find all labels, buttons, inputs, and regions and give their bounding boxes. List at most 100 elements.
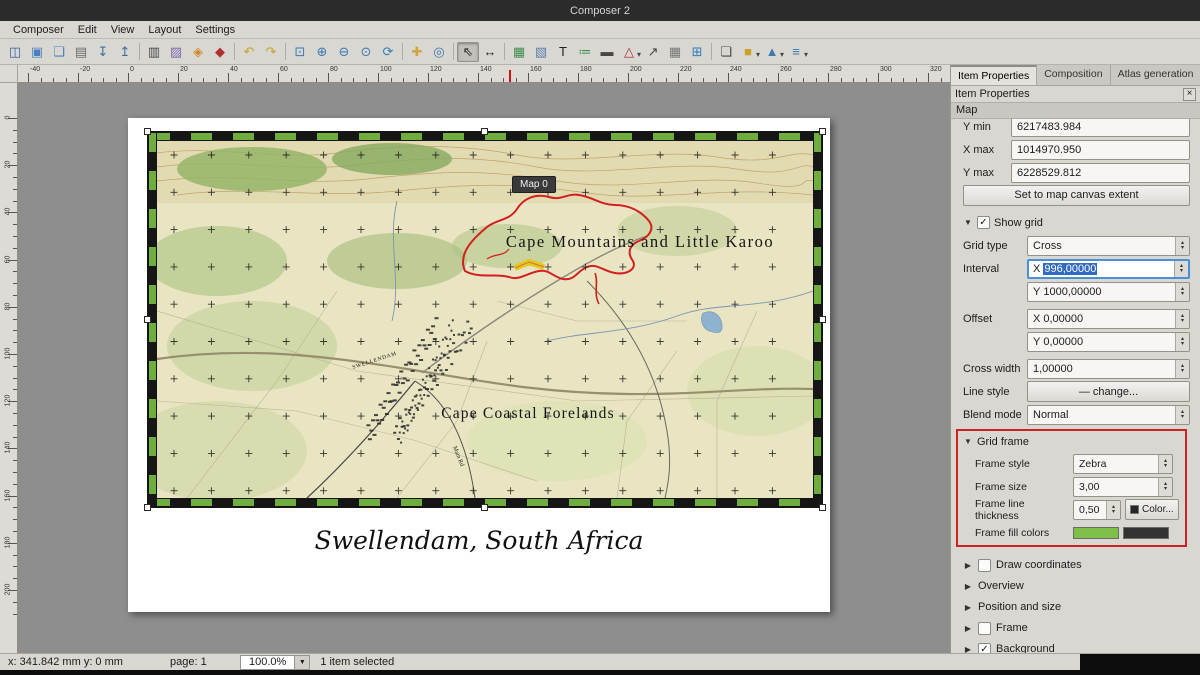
set-extent-button[interactable]: Set to map canvas extent (963, 185, 1190, 206)
new-composer-icon[interactable]: ▣ (26, 42, 48, 62)
resize-handle-se[interactable] (819, 504, 826, 511)
load-template-icon[interactable]: ↧ (92, 42, 114, 62)
frame-fill-dark-swatch[interactable] (1123, 527, 1169, 539)
redo-icon[interactable]: ↷ (260, 42, 282, 62)
chevron-down-icon[interactable]: ▼ (295, 655, 310, 670)
x-max-input[interactable]: 1014970.950 (1011, 140, 1190, 160)
section-position-and-size[interactable]: ▶Position and size (963, 597, 1190, 617)
zoom-tool-icon[interactable]: ◎ (428, 42, 450, 62)
expand-arrow-icon[interactable]: ▶ (963, 582, 973, 591)
export-svg-icon[interactable]: ◈ (187, 42, 209, 62)
composer-manager-icon[interactable]: ▤ (70, 42, 92, 62)
section-background[interactable]: ▶Background (963, 639, 1190, 653)
zoom-value[interactable]: 100.0% (240, 655, 295, 670)
undo-icon[interactable]: ↶ (238, 42, 260, 62)
raise-items-icon-menu[interactable]: ▾ (780, 50, 784, 59)
resize-handle-s[interactable] (481, 504, 488, 511)
y-max-input[interactable]: 6228529.812 (1011, 163, 1190, 183)
duplicate-composer-icon[interactable]: ❏ (48, 42, 70, 62)
save-project-icon[interactable]: ◫ (4, 42, 26, 62)
resize-handle-e[interactable] (819, 316, 826, 323)
expand-arrow-icon[interactable]: ▶ (963, 624, 973, 633)
add-scalebar-icon[interactable]: ▬ (596, 42, 618, 62)
select-move-item-icon[interactable]: ⇖ (457, 42, 479, 62)
section-draw-coordinates[interactable]: ▶Draw coordinates (963, 555, 1190, 575)
frame-line-thickness-input[interactable]: 0,50 ▴▾ (1073, 500, 1121, 520)
tab-atlas-generation[interactable]: Atlas generation (1111, 65, 1200, 85)
checkbox[interactable] (978, 622, 991, 635)
add-table-icon[interactable]: ▦ (664, 42, 686, 62)
grid-frame-header[interactable]: ▼ Grid frame (963, 432, 1190, 451)
checkbox[interactable] (978, 559, 991, 572)
export-image-icon[interactable]: ▨ (165, 42, 187, 62)
spin-arrows-icon[interactable]: ▴▾ (1175, 360, 1189, 378)
section-frame[interactable]: ▶Frame (963, 618, 1190, 638)
add-map-icon[interactable]: ▦ (508, 42, 530, 62)
print-icon[interactable]: ▥ (143, 42, 165, 62)
zoom-out-icon[interactable]: ⊖ (333, 42, 355, 62)
align-items-icon-menu[interactable]: ▾ (804, 50, 808, 59)
menu-layout[interactable]: Layout (141, 23, 188, 37)
frame-fill-green-swatch[interactable] (1073, 527, 1119, 539)
spin-arrows-icon[interactable]: ▴▾ (1175, 283, 1189, 301)
zoom-full-icon[interactable]: ⊡ (289, 42, 311, 62)
resize-handle-sw[interactable] (144, 504, 151, 511)
add-legend-icon[interactable]: ≔ (574, 42, 596, 62)
menu-composer[interactable]: Composer (6, 23, 71, 37)
interval-x-input[interactable]: X 996,00000 ▴▾ (1027, 259, 1190, 279)
tab-composition[interactable]: Composition (1037, 65, 1110, 85)
zoom-actual-icon[interactable]: ⊙ (355, 42, 377, 62)
y-min-input[interactable]: 6217483.984 (1011, 119, 1190, 137)
combo-arrows-icon[interactable]: ▴▾ (1175, 406, 1189, 424)
page-title-label[interactable]: Swellendam, South Africa (128, 526, 830, 555)
zoom-in-icon[interactable]: ⊕ (311, 42, 333, 62)
menu-edit[interactable]: Edit (71, 23, 104, 37)
add-label-icon[interactable]: T (552, 42, 574, 62)
tab-item-properties[interactable]: Item Properties (951, 65, 1037, 85)
collapse-arrow-icon[interactable]: ▼ (963, 437, 973, 446)
add-image-icon[interactable]: ▧ (530, 42, 552, 62)
spin-arrows-icon[interactable]: ▴▾ (1175, 333, 1189, 351)
interval-y-input[interactable]: Y 1000,00000 ▴▾ (1027, 282, 1190, 302)
frame-style-combo[interactable]: Zebra ▴▾ (1073, 454, 1173, 474)
frame-color-button[interactable]: Color... (1125, 499, 1179, 520)
expand-arrow-icon[interactable]: ▶ (963, 603, 973, 612)
add-html-icon[interactable]: ⊞ (686, 42, 708, 62)
close-icon[interactable]: × (1183, 88, 1196, 101)
add-arrow-icon[interactable]: ↗ (642, 42, 664, 62)
show-grid-checkbox[interactable] (977, 216, 990, 229)
export-pdf-icon[interactable]: ◆ (209, 42, 231, 62)
line-style-change-button[interactable]: — change... (1027, 381, 1190, 402)
checkbox[interactable] (978, 643, 991, 654)
move-item-content-icon[interactable]: ↔ (479, 42, 501, 62)
cross-width-input[interactable]: 1,00000 ▴▾ (1027, 359, 1190, 379)
resize-handle-w[interactable] (144, 316, 151, 323)
expand-arrow-icon[interactable]: ▶ (963, 645, 973, 654)
resize-handle-n[interactable] (481, 128, 488, 135)
resize-handle-ne[interactable] (819, 128, 826, 135)
blend-mode-combo[interactable]: Normal ▴▾ (1027, 405, 1190, 425)
pan-icon[interactable]: ✚ (406, 42, 428, 62)
composition-page[interactable]: Cape Mountains and Little Karoo Cape Coa… (128, 118, 830, 612)
group-items-icon[interactable]: ❏ (715, 42, 737, 62)
grid-type-combo[interactable]: Cross ▴▾ (1027, 236, 1190, 256)
combo-arrows-icon[interactable]: ▴▾ (1158, 455, 1172, 473)
map-item[interactable]: Cape Mountains and Little Karoo Cape Coa… (148, 132, 822, 507)
spin-arrows-icon[interactable]: ▴▾ (1174, 261, 1188, 277)
save-template-icon[interactable]: ↥ (114, 42, 136, 62)
frame-size-input[interactable]: 3,00 ▴▾ (1073, 477, 1173, 497)
zoom-combo[interactable]: 100.0% ▼ (240, 655, 310, 670)
refresh-view-icon[interactable]: ⟳ (377, 42, 399, 62)
lock-items-icon-menu[interactable]: ▾ (756, 50, 760, 59)
offset-y-input[interactable]: Y 0,00000 ▴▾ (1027, 332, 1190, 352)
map-group-header[interactable]: Map (951, 102, 1200, 119)
menu-settings[interactable]: Settings (188, 23, 242, 37)
collapse-arrow-icon[interactable]: ▼ (963, 218, 973, 227)
menu-view[interactable]: View (104, 23, 142, 37)
expand-arrow-icon[interactable]: ▶ (963, 561, 973, 570)
offset-x-input[interactable]: X 0,00000 ▴▾ (1027, 309, 1190, 329)
composition-canvas[interactable]: Cape Mountains and Little Karoo Cape Coa… (18, 83, 950, 653)
add-shape-icon-menu[interactable]: ▾ (637, 50, 641, 59)
section-overview[interactable]: ▶Overview (963, 576, 1190, 596)
spin-arrows-icon[interactable]: ▴▾ (1106, 501, 1120, 519)
